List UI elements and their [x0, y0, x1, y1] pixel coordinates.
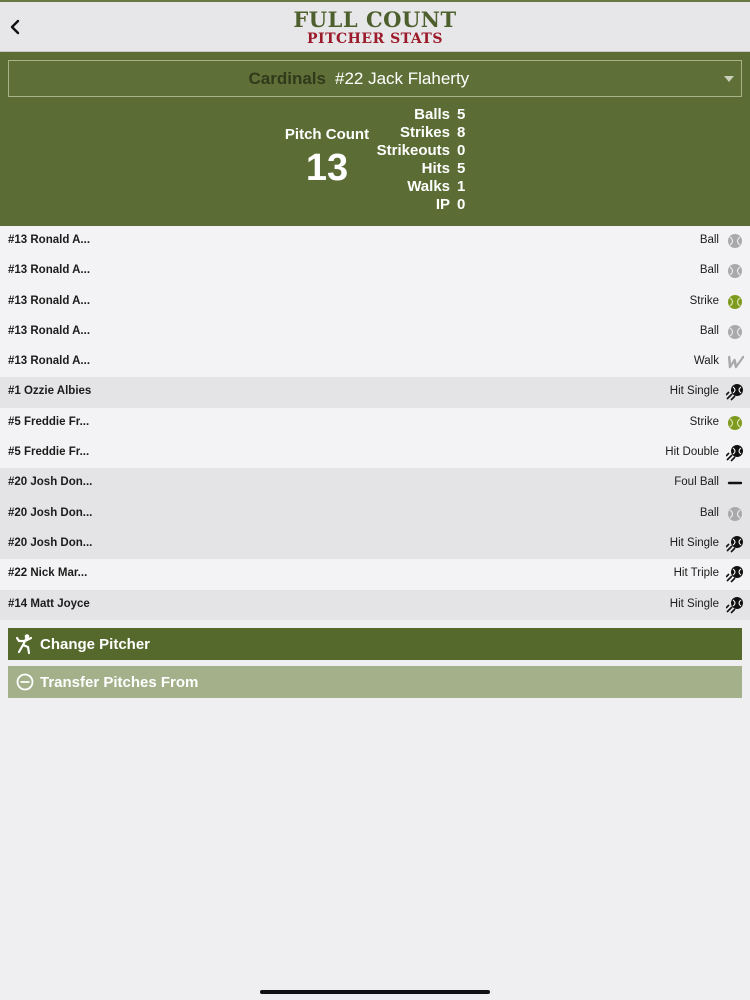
hit-icon: [726, 596, 743, 614]
pitch-result: Hit Single: [669, 385, 719, 398]
logo-title: FULL COUNT: [293, 7, 457, 32]
pitch-result: Strike: [689, 294, 719, 307]
caret-down-icon: [724, 76, 734, 82]
stat-label: Strikes: [399, 124, 450, 141]
stat-value: 5: [457, 160, 466, 177]
pitch-result: Strike: [689, 415, 719, 428]
pitch-result: Ball: [699, 234, 719, 246]
pitch-row[interactable]: #20 Josh Don... Hit Single: [0, 528, 750, 560]
hit-icon: [726, 535, 743, 553]
stat-strikeouts: Strikeouts 0: [360, 142, 480, 160]
batter-name: #14 Matt Joyce: [8, 597, 90, 610]
pitch-row[interactable]: #22 Nick Mar... Hit Triple: [0, 559, 750, 590]
pitch-row[interactable]: #5 Freddie Fr... Strike: [0, 407, 750, 439]
ball-icon: [728, 264, 742, 279]
stat-value: 5: [457, 106, 466, 123]
pitcher-throwing-icon: [15, 634, 33, 655]
pitch-list: #13 Ronald A... Ball #13 Ronald A... Ball #1…: [0, 226, 750, 620]
home-indicator: [260, 990, 490, 994]
hit-icon: [726, 445, 743, 462]
pitch-result: Ball: [699, 506, 719, 519]
top-bar: FULL COUNT PITCHER STATS: [0, 0, 750, 52]
pitch-count-label: Pitch Count: [284, 126, 370, 143]
stat-ip: IP 0: [360, 196, 480, 214]
stat-balls: Balls 5: [360, 106, 480, 124]
change-pitcher-label: Change Pitcher: [40, 636, 151, 653]
pitch-result: Hit Single: [669, 536, 719, 549]
pitch-row[interactable]: #13 Ronald A... Walk: [0, 347, 750, 378]
stat-value: 0: [457, 142, 466, 159]
ball-icon: [728, 506, 742, 521]
pitch-result: Hit Double: [665, 446, 719, 459]
selector-team: Cardinals: [248, 69, 326, 88]
pitch-row[interactable]: #13 Ronald A... Ball: [0, 316, 750, 348]
pitch-row[interactable]: #5 Freddie Fr... Hit Double: [0, 438, 750, 469]
stat-walks: Walks 1: [360, 178, 480, 196]
pitch-row[interactable]: #14 Matt Joyce Hit Single: [0, 589, 750, 620]
walk-icon: [727, 355, 744, 369]
logo-subtitle: PITCHER STATS: [307, 31, 443, 47]
batter-name: #5 Freddie Fr...: [8, 415, 90, 428]
batter-name: #22 Nick Mar...: [8, 567, 88, 580]
pitch-result: Hit Triple: [673, 567, 719, 580]
batter-name: #5 Freddie Fr...: [8, 446, 90, 459]
hit-icon: [726, 566, 743, 583]
stat-label: Balls: [414, 106, 450, 123]
pitcher-summary-panel: Cardinals #22 Jack Flaherty Pitch Count …: [0, 52, 750, 226]
pitch-row[interactable]: #20 Josh Don... Foul Ball: [0, 468, 750, 499]
transfer-pitches-label: Transfer Pitches From: [40, 674, 199, 691]
stat-strikes: Strikes 8: [360, 124, 480, 142]
stat-label: Hits: [421, 160, 450, 177]
transfer-pitches-button[interactable]: Transfer Pitches From: [8, 666, 742, 698]
batter-name: #13 Ronald A...: [8, 294, 91, 307]
pitch-row[interactable]: #13 Ronald A... Ball: [0, 226, 750, 257]
minus-circle-icon: [16, 673, 34, 691]
pitch-row[interactable]: #20 Josh Don... Ball: [0, 498, 750, 529]
stat-value: 0: [457, 196, 466, 213]
selector-player: #22 Jack Flaherty: [335, 69, 470, 88]
pitch-row[interactable]: #1 Ozzie Albies Hit Single: [0, 377, 750, 408]
pitch-result: Hit Single: [669, 597, 719, 610]
batter-name: #13 Ronald A...: [8, 264, 91, 277]
stat-label: Strikeouts: [376, 142, 450, 159]
pitch-result: Foul Ball: [674, 476, 719, 489]
batter-name: #20 Josh Don...: [8, 536, 93, 549]
batter-name: #13 Ronald A...: [8, 355, 91, 368]
foul-ball-icon: [727, 482, 743, 485]
stat-hits: Hits 5: [360, 160, 480, 178]
strike-icon: [728, 415, 742, 430]
strike-icon: [728, 294, 742, 309]
hit-icon: [726, 384, 743, 402]
batter-name: #20 Josh Don...: [8, 506, 93, 519]
pitcher-selector[interactable]: Cardinals #22 Jack Flaherty: [8, 60, 742, 97]
pitch-result: Ball: [699, 264, 719, 277]
stat-label: Walks: [407, 178, 450, 195]
batter-name: #13 Ronald A...: [8, 324, 91, 337]
change-pitcher-button[interactable]: Change Pitcher: [8, 628, 742, 660]
batter-name: #20 Josh Don...: [8, 476, 93, 489]
pitch-result: Ball: [699, 324, 719, 337]
stats-list: Balls 5 Strikes 8 Strikeouts 0 Hits 5 Wa…: [360, 106, 480, 214]
stat-value: 1: [457, 178, 466, 195]
pitch-row[interactable]: #13 Ronald A... Ball: [0, 256, 750, 287]
stat-value: 8: [457, 124, 466, 141]
pitch-result: Walk: [693, 355, 719, 368]
batter-name: #13 Ronald A...: [8, 234, 91, 246]
pitch-row[interactable]: #13 Ronald A... Strike: [0, 286, 750, 317]
batter-name: #1 Ozzie Albies: [8, 385, 92, 398]
ball-icon: [728, 234, 742, 248]
pitch-count-value: 13: [305, 147, 349, 189]
ball-icon: [728, 324, 742, 339]
stat-label: IP: [435, 196, 450, 213]
